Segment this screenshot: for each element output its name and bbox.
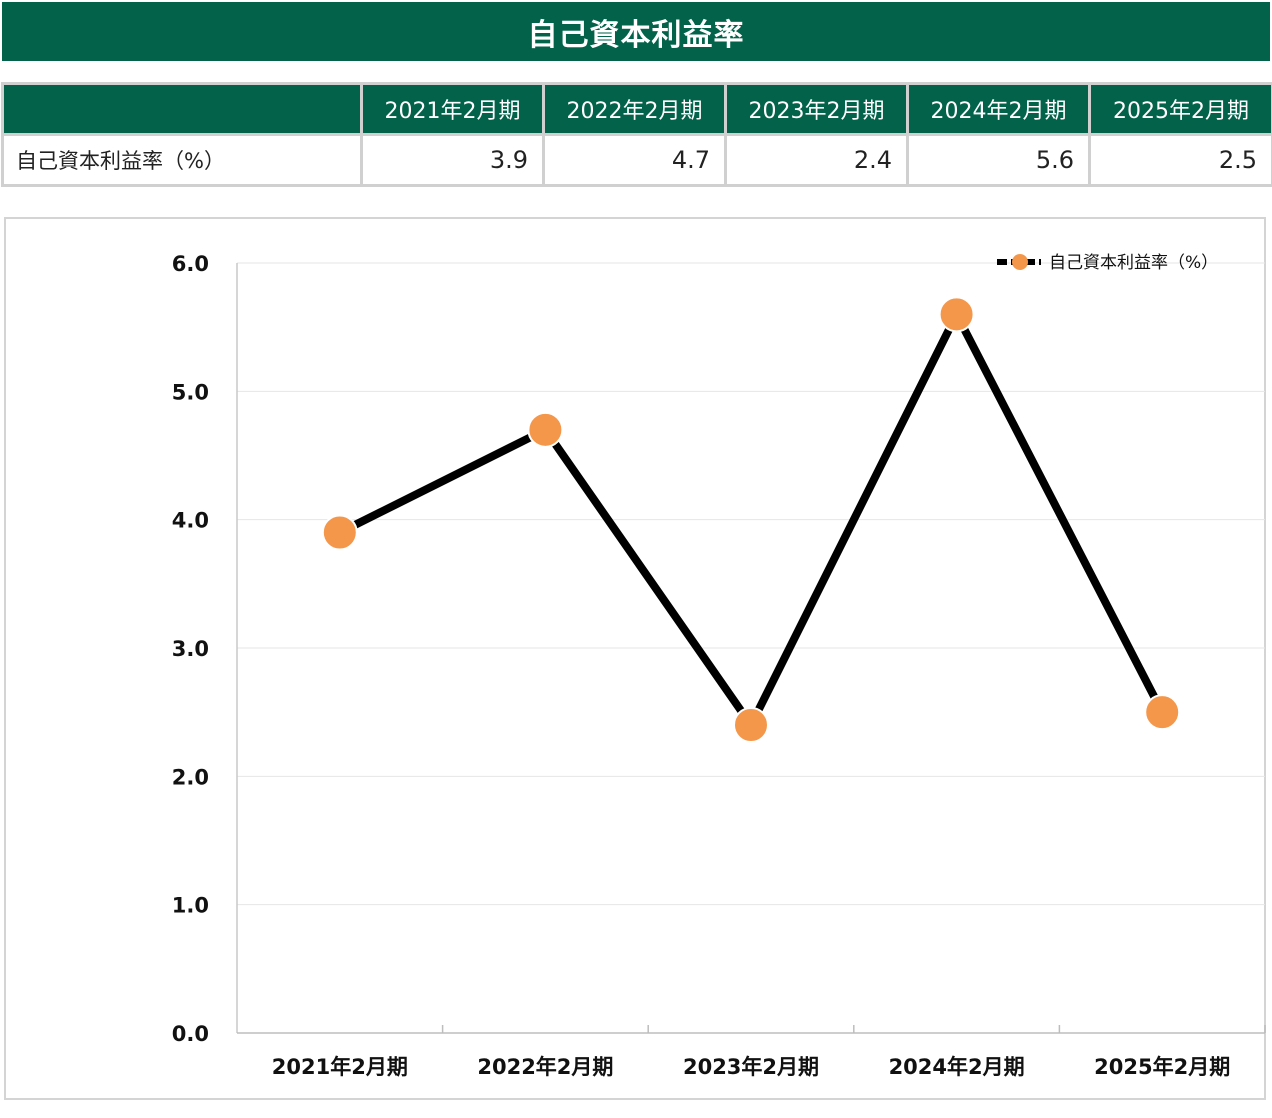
legend-label: 自己資本利益率（%） <box>1049 253 1218 273</box>
axes: 0.0 1.0 2.0 3.0 4.0 5.0 6.0 2021年2月期 2022年2月期 202… <box>172 252 1266 1079</box>
y-tick-label: 4.0 <box>172 509 209 533</box>
y-tick-label: 1.0 <box>172 894 209 918</box>
data-point <box>527 411 564 448</box>
legend: 自己資本利益率（%） <box>997 253 1218 273</box>
y-tick-label: 6.0 <box>172 252 209 276</box>
gridlines <box>237 262 1265 906</box>
y-tick-label: 5.0 <box>172 380 209 404</box>
x-tick-label: 2022年2月期 <box>477 1055 613 1079</box>
data-point <box>938 296 975 333</box>
x-tick-label: 2023年2月期 <box>683 1055 819 1079</box>
y-tick-label: 0.0 <box>172 1022 209 1046</box>
x-tick-label: 2024年2月期 <box>889 1055 1025 1079</box>
data-point <box>321 514 358 551</box>
data-point <box>733 707 769 743</box>
y-tick-label: 2.0 <box>172 765 209 789</box>
legend-marker-swatch <box>1012 254 1028 270</box>
x-tick-label: 2021年2月期 <box>272 1055 408 1079</box>
line-chart: 0.0 1.0 2.0 3.0 4.0 5.0 6.0 2021年2月期 2022年2月期 202… <box>172 252 1266 1079</box>
x-tick-label: 2025年2月期 <box>1094 1055 1230 1079</box>
data-point <box>1144 694 1181 731</box>
y-tick-label: 3.0 <box>172 637 209 661</box>
